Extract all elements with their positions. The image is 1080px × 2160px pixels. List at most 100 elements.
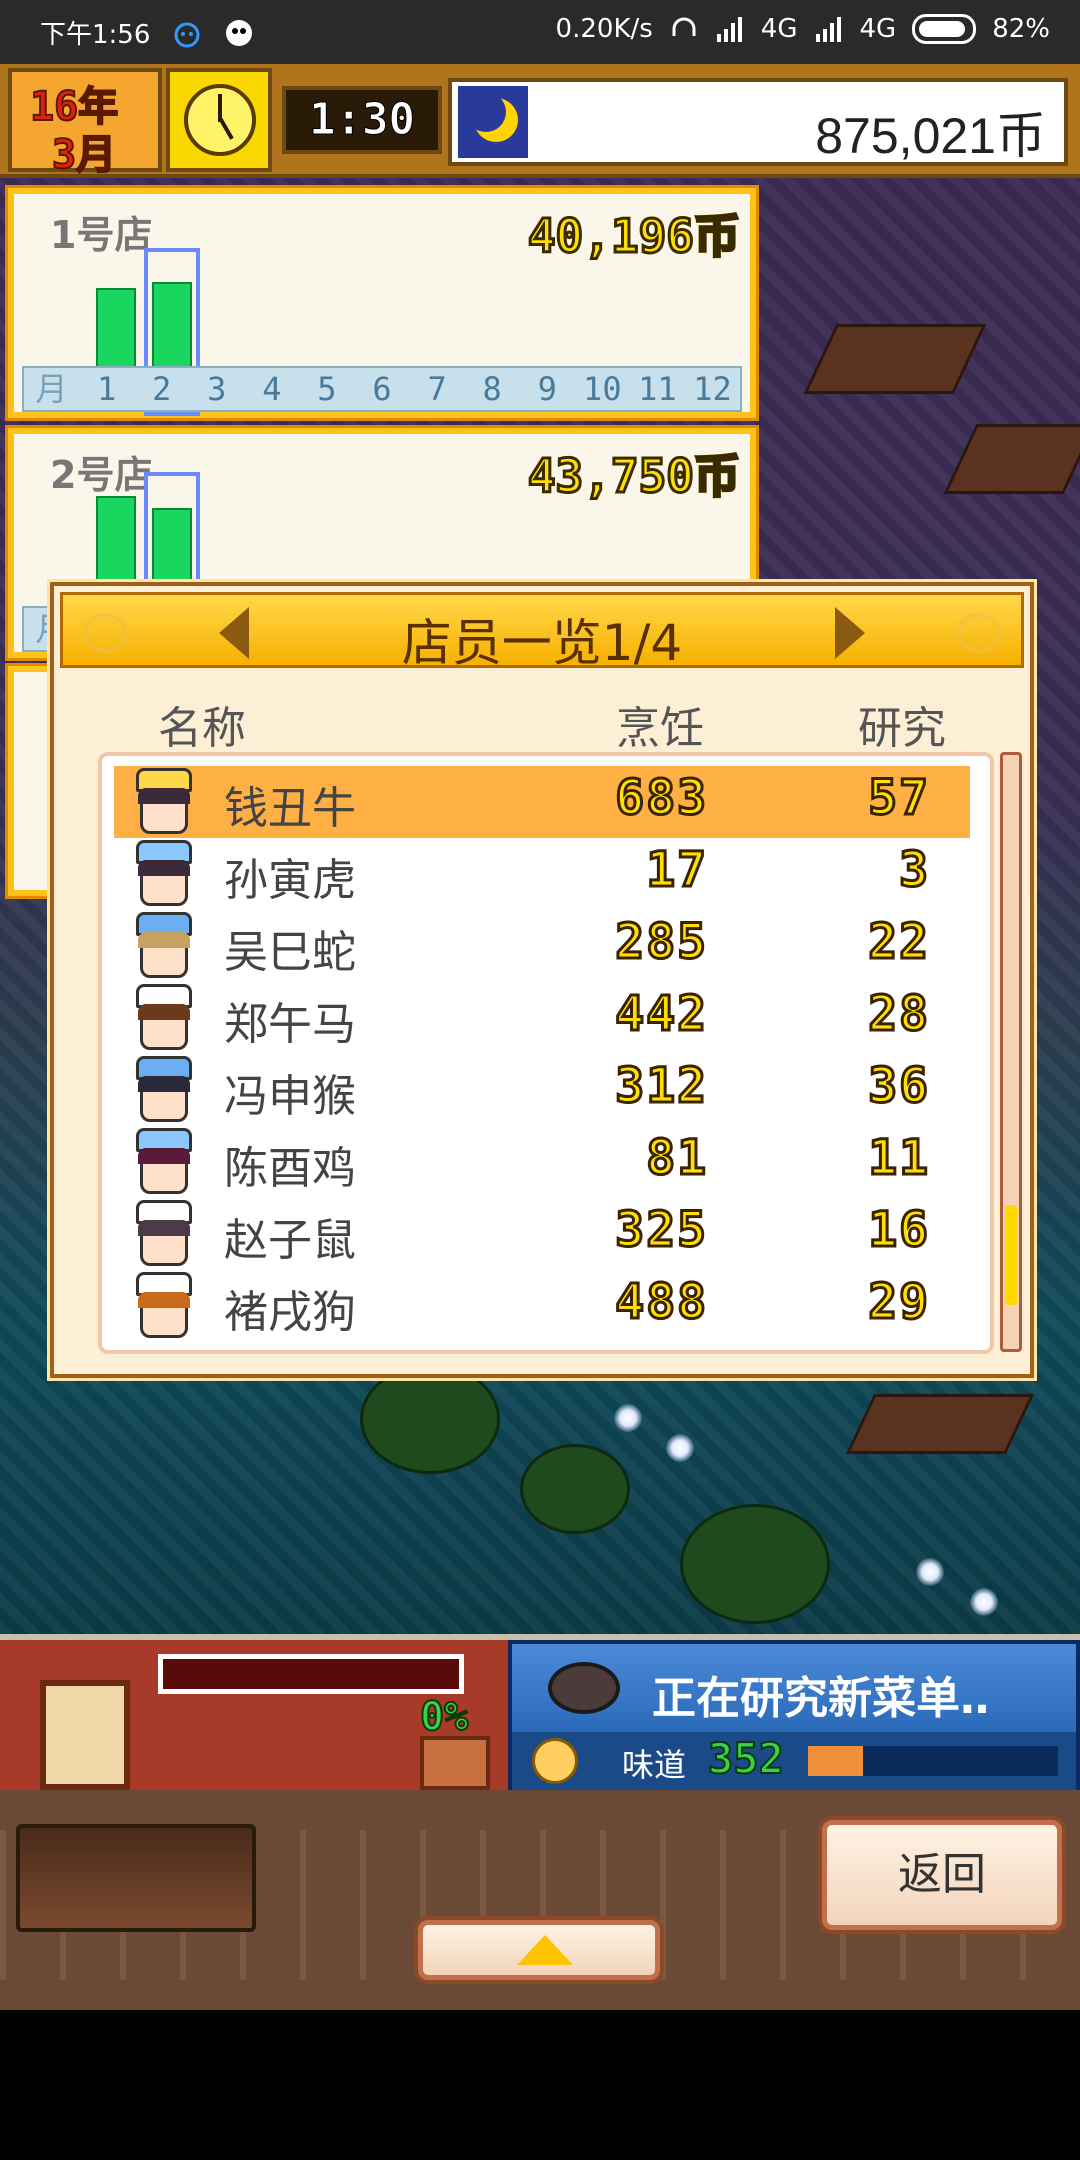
status-time: 下午1:56 xyxy=(40,20,151,50)
system-nav-area xyxy=(0,2010,1080,2160)
menu-button[interactable] xyxy=(16,1824,256,1932)
staff-research: 22 xyxy=(867,913,930,972)
network-type-2: 4G xyxy=(859,14,897,44)
status-bar: 下午1:56 0.20K/s 4G 4G 82% xyxy=(0,0,1080,64)
staff-name: 冯申猴 xyxy=(224,1071,356,1122)
return-button[interactable]: 返回 xyxy=(822,1820,1062,1930)
staff-avatar xyxy=(132,984,196,1054)
staff-list[interactable]: 钱丑牛 683 57 孙寅虎 17 3 吴巳蛇 285 22 郑午马 442 2… xyxy=(98,752,994,1354)
headphone-icon xyxy=(669,14,699,44)
dialog-title: 店员一览1/4 xyxy=(401,614,683,672)
flavor-value: 352 xyxy=(707,1733,785,1784)
staff-cooking: 442 xyxy=(614,985,708,1044)
tree xyxy=(680,1504,830,1624)
staff-row[interactable]: 孙寅虎 17 3 xyxy=(114,838,970,910)
battery-icon xyxy=(912,14,977,44)
dish-icon xyxy=(548,1662,620,1714)
flavor-label: 味道 xyxy=(622,1746,687,1784)
staff-row[interactable]: 吴巳蛇 285 22 xyxy=(114,910,970,982)
moon-icon xyxy=(458,86,528,158)
scrollbar-thumb[interactable] xyxy=(1005,1205,1017,1305)
street-lamp xyxy=(614,1404,642,1432)
store-name: 2号店 xyxy=(50,453,153,497)
shop-progress-bar xyxy=(158,1654,464,1694)
column-header-name: 名称 xyxy=(158,703,246,754)
signal-icon xyxy=(814,14,844,44)
staff-cooking: 312 xyxy=(614,1057,708,1116)
flavor-meter-fill xyxy=(808,1746,863,1776)
staff-name: 郑午马 xyxy=(224,999,356,1050)
game-time: 1:30 xyxy=(282,86,442,154)
signal-icon xyxy=(715,14,745,44)
robot-icon xyxy=(172,18,202,48)
staff-research: 11 xyxy=(867,1129,930,1188)
staff-list-scrollbar[interactable] xyxy=(1000,752,1022,1352)
staff-avatar xyxy=(132,1056,196,1126)
clock-icon xyxy=(166,68,272,172)
money-panel: 875,021币 xyxy=(448,78,1068,166)
staff-row[interactable]: 褚戌狗 488 29 xyxy=(114,1270,970,1342)
staff-row[interactable]: 冯申猴 312 36 xyxy=(114,1054,970,1126)
network-type-1: 4G xyxy=(760,14,798,44)
staff-name: 褚戌狗 xyxy=(224,1287,356,1338)
staff-avatar xyxy=(132,1128,196,1198)
dialog-header: 店员一览1/4 xyxy=(60,592,1024,672)
staff-row[interactable]: 郑午马 442 28 xyxy=(114,982,970,1054)
revenue-bar-month-1 xyxy=(96,288,136,368)
penguin-icon xyxy=(224,18,254,48)
column-header-research: 研究 xyxy=(858,703,946,754)
staff-avatar xyxy=(132,1272,196,1342)
staff-avatar xyxy=(132,840,196,910)
street-lamp xyxy=(970,1588,998,1616)
store-panel-1[interactable]: 1号店 40,196币 月 1 2 3 4 5 6 7 8 9 10 11 12 xyxy=(8,188,756,418)
staff-cooking: 17 xyxy=(645,841,708,900)
date-panel: 16年 3月 xyxy=(8,68,162,179)
shop-progress-percent: 0% xyxy=(419,1693,469,1741)
smiley-icon xyxy=(532,1738,578,1784)
staff-name: 孙寅虎 xyxy=(224,855,356,906)
battery-percent: 82% xyxy=(992,14,1050,44)
tree xyxy=(360,1364,500,1474)
table-tile xyxy=(846,1394,1034,1454)
column-header-cooking: 烹饪 xyxy=(616,703,704,754)
tree xyxy=(520,1444,630,1534)
shop-door xyxy=(40,1680,130,1790)
flavor-meter xyxy=(808,1746,1058,1776)
staff-research: 3 xyxy=(898,841,930,900)
staff-research: 28 xyxy=(867,985,930,1044)
staff-research: 57 xyxy=(867,769,930,828)
store-revenue: 40,196币 xyxy=(526,200,741,266)
store-name: 1号店 xyxy=(50,213,153,257)
staff-avatar xyxy=(132,1200,196,1270)
store-revenue: 43,750币 xyxy=(526,440,741,506)
staff-row[interactable]: 陈酉鸡 81 11 xyxy=(114,1126,970,1198)
staff-cooking: 683 xyxy=(614,769,708,828)
research-status: 正在研究新菜单‥ xyxy=(652,1673,990,1724)
staff-cooking: 325 xyxy=(614,1201,708,1260)
next-page-arrow-icon[interactable] xyxy=(835,607,865,659)
top-hud: 16年 3月 1:30 875,021币 xyxy=(0,64,1080,179)
staff-cooking: 285 xyxy=(614,913,708,972)
month-label: 3月 xyxy=(51,131,117,179)
street-lamp xyxy=(916,1558,944,1586)
table-tile xyxy=(943,424,1080,494)
shop-front[interactable]: 0% xyxy=(0,1640,508,1790)
staff-cooking: 81 xyxy=(645,1129,708,1188)
street-lamp xyxy=(666,1434,694,1462)
staff-cooking: 488 xyxy=(614,1273,708,1332)
staff-name: 陈酉鸡 xyxy=(224,1143,356,1194)
staff-avatar xyxy=(132,768,196,838)
research-panel[interactable]: 正在研究新菜单‥ 味道 352 xyxy=(508,1640,1080,1790)
money-amount: 875,021币 xyxy=(815,108,1046,164)
info-strip: 0% 正在研究新菜单‥ 味道 352 xyxy=(0,1634,1080,1790)
month-axis: 月123456789101112 xyxy=(22,366,742,412)
up-arrow-icon xyxy=(517,1935,573,1965)
expand-up-button[interactable] xyxy=(418,1920,660,1980)
staff-name: 钱丑牛 xyxy=(224,783,356,834)
staff-row[interactable]: 钱丑牛 683 57 xyxy=(114,766,970,838)
staff-row[interactable]: 赵子鼠 325 16 xyxy=(114,1198,970,1270)
staff-research: 29 xyxy=(867,1273,930,1332)
table-tile xyxy=(803,324,987,394)
staff-list-dialog: 店员一览1/4 名称 烹饪 研究 钱丑牛 683 57 孙寅虎 17 3 吴巳蛇… xyxy=(50,582,1034,1378)
staff-research: 36 xyxy=(867,1057,930,1116)
